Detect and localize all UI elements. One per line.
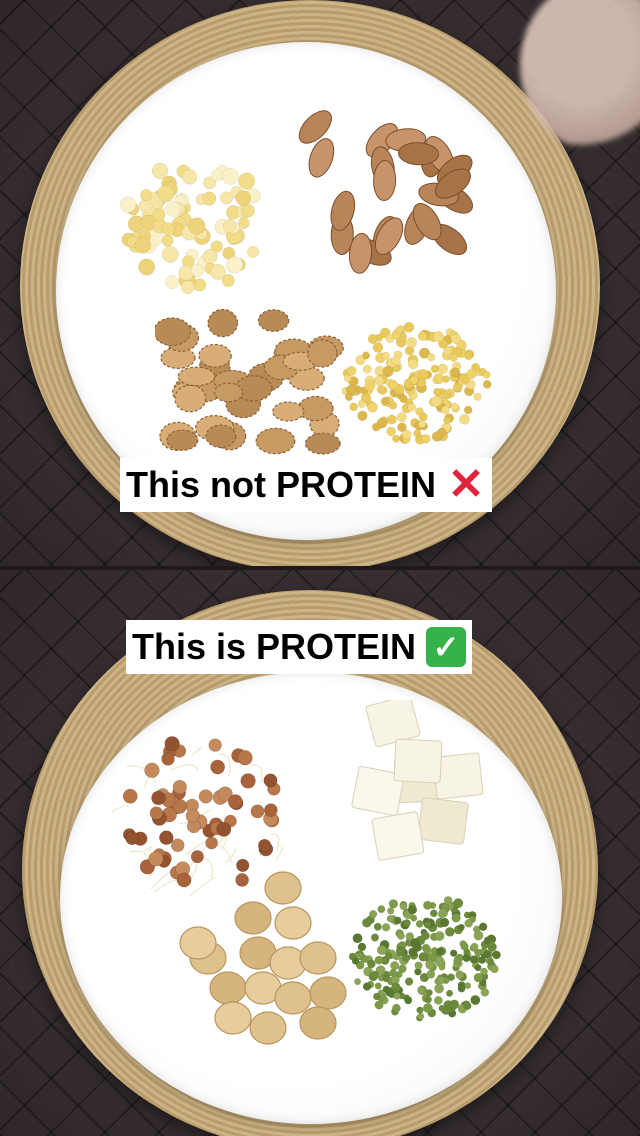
top-panel: This not PROTEIN ✕ xyxy=(0,0,640,568)
soya-chunks xyxy=(179,871,347,1045)
green-moong xyxy=(348,896,501,1022)
bottom-caption: This is PROTEIN ✓ xyxy=(126,620,473,674)
almonds xyxy=(298,110,474,274)
walnuts xyxy=(155,308,344,455)
top-caption-text: This not PROTEIN xyxy=(126,464,436,505)
chana-dal xyxy=(341,321,492,445)
paneer-cubes xyxy=(351,700,484,861)
bottom-caption-text: This is PROTEIN xyxy=(132,626,417,667)
corn-kernels xyxy=(119,162,261,295)
cross-mark-icon: ✕ xyxy=(447,460,485,509)
check-mark-icon: ✓ xyxy=(426,627,467,667)
bottom-panel: This is PROTEIN ✓ xyxy=(0,570,640,1136)
top-caption: This not PROTEIN ✕ xyxy=(120,458,492,512)
